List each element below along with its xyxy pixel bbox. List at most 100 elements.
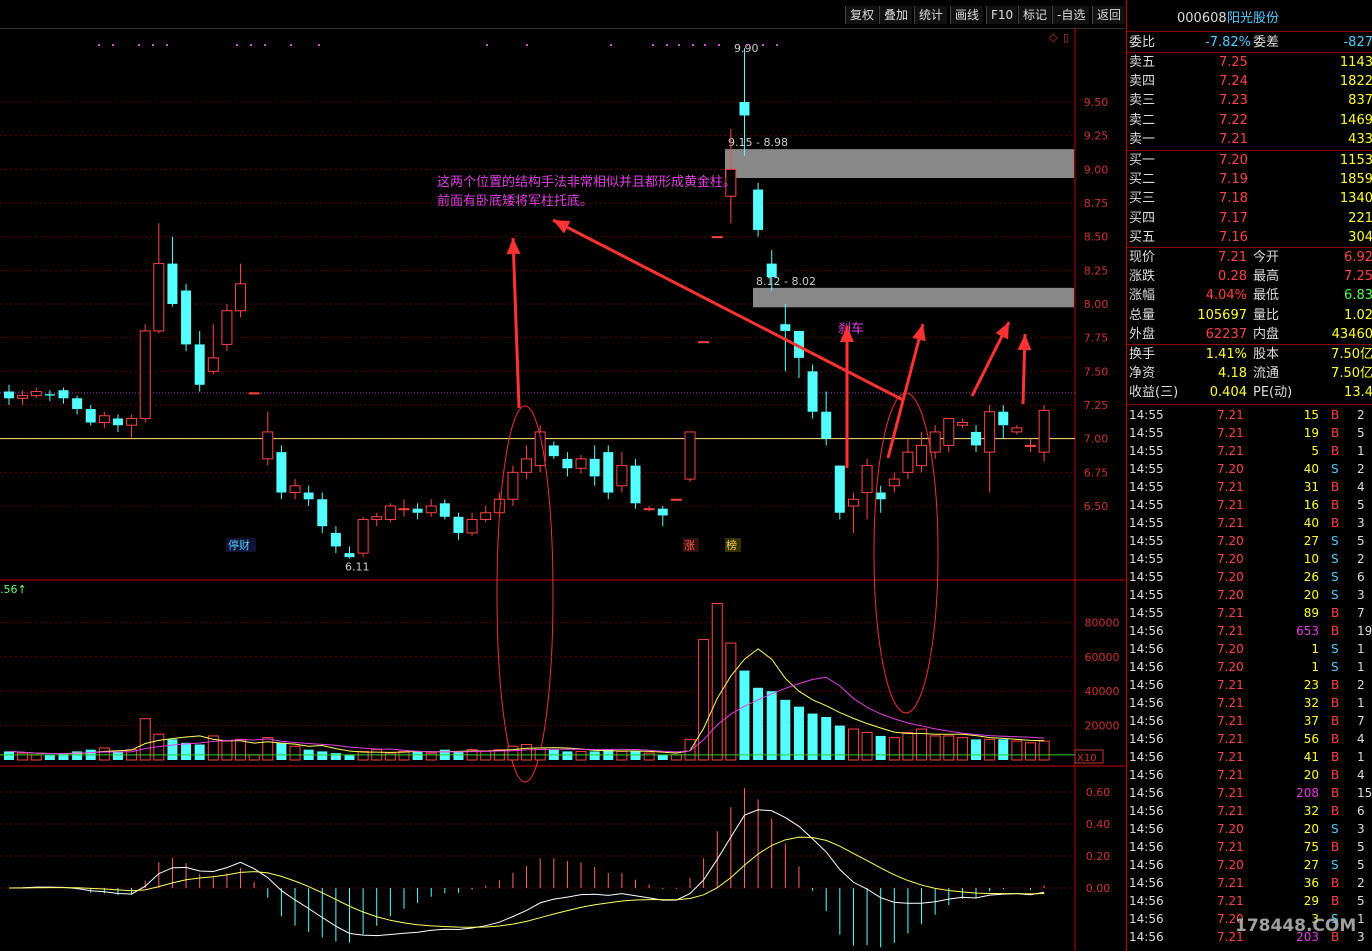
tick-cell: 7.20 [1217,588,1244,602]
stats2-row-cell: 13.4 [1344,385,1372,401]
diamond-icon: ◇ [1049,31,1058,44]
stats-row: 涨跌 0.28 最高 7.25 [1127,267,1372,286]
volume-bar [181,742,192,760]
tick-cell: 32 [1303,804,1319,818]
annotation-brake: 刹车 [838,321,864,337]
volume-bar [1038,740,1050,761]
tick-cell: 7.21 [1217,678,1244,692]
tick-cell: 14:56 [1129,642,1164,656]
toolbar-button-2[interactable]: 统计 [914,6,948,24]
tick-cell: 2 [1357,408,1365,422]
tick-cell: B [1331,714,1340,728]
tick-cell: 5 [1357,426,1365,440]
candlestick-chart: 9.50 9.25 9.00 8.75 8.50 8.25 8.00 7.75 7.50 7.25… [0,28,1125,951]
volume-bar [17,752,29,761]
tick-cell: 14:55 [1129,570,1164,584]
stats-row-cell: 62237 [1205,326,1247,342]
tick-cell: B [1331,624,1340,638]
tick-cell: B [1331,516,1340,530]
tick-cell: 20 [1303,768,1319,782]
volume-bar [357,750,369,761]
volume-bar [289,745,301,761]
tick-cell: 7.21 [1217,714,1244,728]
zone-label-2: 8.12 - 8.02 [756,275,816,288]
tick-cell: B [1331,426,1340,440]
x10-label: X10 [1077,753,1097,764]
candle-body [984,411,996,453]
stats-row-cell: 内盘 [1253,326,1280,342]
candle-body [684,431,696,480]
event-dot [704,44,706,46]
toolbar-button-7[interactable]: 返回 [1092,6,1125,24]
ask-row-cell: 433 [1348,131,1372,147]
price-tick-label: 8.50 [1084,231,1109,244]
ask-row-cell: 卖一 [1129,131,1156,147]
highlight-ellipse-2 [873,392,939,714]
annotation-text-1: 这两个位置的结构手法非常相似并且都形成黄金柱。 [437,174,736,190]
tick-cell: 14:55 [1129,552,1164,566]
volume-bar [766,691,777,760]
toolbar-button-6[interactable]: -自选 [1052,6,1090,24]
tick-cell: 7 [1357,714,1365,728]
candle-body [466,518,478,534]
volume-bar [344,754,355,760]
tick-cell: 3 [1357,516,1365,530]
tick-cell: 1 [1357,660,1365,674]
tick-cell: 4 [1357,732,1365,746]
volume-bar [739,670,750,760]
stats2-row-cell: 流通 [1253,366,1280,382]
low-label: 6.11 [345,561,370,574]
volume-bar [711,602,723,761]
tick-cell: B [1331,840,1340,854]
tick-cell: 14:56 [1129,624,1164,638]
volume-tick-label: 80000 [1085,616,1120,629]
price-tick-label: 9.25 [1084,130,1109,143]
bid-row-cell: 221 [1348,210,1372,226]
stats2-row-cell: 净资 [1129,366,1156,382]
toolbar-button-5[interactable]: 标记 [1018,6,1052,24]
tick-cell: 27 [1303,534,1319,548]
volume-bar [575,750,587,761]
bid-row-cell: 买三 [1129,191,1156,207]
tick-row: 14:55 7.21 40 B 3 [1127,514,1372,532]
volume-bar [670,754,682,761]
stats-row: 外盘 62237 内盘 43460 [1127,325,1372,344]
event-dot [98,44,100,46]
toolbar-button-0[interactable]: 复权 [845,6,879,24]
tick-cell: 19 [1357,624,1372,638]
volume-bar [1025,742,1036,761]
candle-body [956,422,968,426]
tick-cell: 7.21 [1217,876,1244,890]
event-dot [610,44,612,46]
toolbar-button-1[interactable]: 叠加 [879,6,913,24]
tick-cell: 7.21 [1217,516,1244,530]
tick-cell: S [1331,660,1339,674]
volume-bar [1011,740,1023,761]
volume-bar [861,731,873,761]
tick-cell: 3 [1357,822,1365,836]
volume-bar [630,751,641,760]
ask-row-cell: 1143 [1339,55,1372,70]
tick-cell: B [1331,408,1340,422]
toolbar-button-3[interactable]: 画线 [950,6,984,24]
arrow-up-2-shaft [886,323,925,459]
tick-row: 14:56 7.21 41 B 1 [1127,748,1372,766]
candle-body [1038,409,1050,453]
toolbar-button-4[interactable]: F10 [986,6,1018,24]
candle-body [330,532,341,547]
candle-body [1025,444,1036,447]
tick-row: 14:56 7.21 32 B 1 [1127,694,1372,712]
tick-cell: 10 [1303,552,1319,566]
tick-cell: 20 [1303,822,1319,836]
tick-row: 14:56 7.20 27 S 5 [1127,856,1372,874]
tick-cell: 14:55 [1129,462,1164,476]
volume-bar [194,744,205,760]
tick-row: 14:55 7.21 15 B 2 [1127,406,1372,424]
tick-cell: 14:55 [1129,606,1164,620]
event-dot [666,44,668,46]
bid-row-cell: 买一 [1129,153,1156,168]
event-dot [718,44,720,46]
volume-tick-label: 60000 [1085,651,1120,664]
stats-row-cell: 1.02 [1344,307,1372,323]
volume-bar [30,754,42,761]
